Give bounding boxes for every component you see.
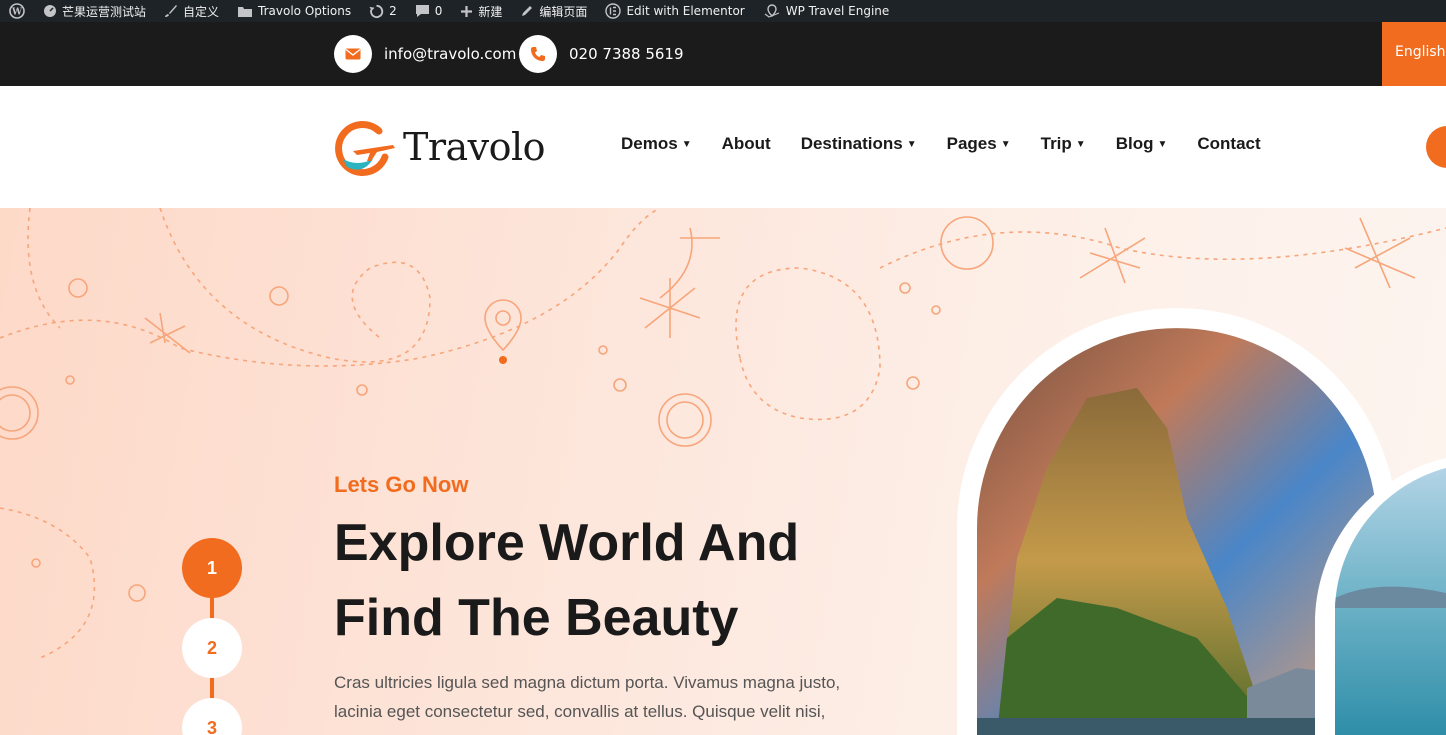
elementor-label: Edit with Elementor <box>626 4 745 18</box>
travel-engine-label: WP Travel Engine <box>785 4 890 18</box>
header-action-button[interactable] <box>1426 126 1446 168</box>
nav-destinations-label: Destinations <box>800 134 903 153</box>
nav-about[interactable]: About <box>722 134 771 154</box>
admin-bar-comments[interactable]: 0 <box>406 0 452 22</box>
email-text[interactable]: info@travolo.com <box>384 45 516 63</box>
admin-bar-customize[interactable]: 自定义 <box>155 0 228 22</box>
language-button[interactable]: English <box>1382 22 1446 86</box>
travolo-logo[interactable]: Travolo <box>333 117 546 177</box>
elementor-icon <box>605 3 622 19</box>
phone-contact[interactable]: 020 7388 5619 <box>519 35 684 73</box>
nav-contact[interactable]: Contact <box>1197 134 1260 154</box>
step-1-button[interactable]: 1 <box>182 538 242 598</box>
site-name-label: 芒果运营测试站 <box>62 4 147 19</box>
chevron-down-icon: ▼ <box>906 138 917 150</box>
nav-about-label: About <box>721 134 771 153</box>
admin-bar-site-name[interactable]: 芒果运营测试站 <box>34 0 155 22</box>
main-navigation: Demos ▼ About Destinations ▼ Pages ▼ Trip ▼ … <box>621 134 1261 154</box>
description-line-1: Cras ultricies ligula sed magna dictum p… <box>334 673 841 692</box>
nav-destinations[interactable]: Destinations ▼ <box>801 134 917 154</box>
updates-count: 2 <box>389 4 397 18</box>
nav-trip-label: Trip <box>1040 134 1072 153</box>
nav-blog-label: Blog <box>1115 134 1154 153</box>
svg-text:W: W <box>11 8 23 18</box>
folder-icon <box>238 6 253 17</box>
envelope-icon <box>334 35 372 73</box>
admin-bar-edit-page[interactable]: 编辑页面 <box>511 0 596 22</box>
admin-bar-new[interactable]: 新建 <box>451 0 511 22</box>
theme-options-label: Travolo Options <box>258 4 352 18</box>
hero-kicker: Lets Go Now <box>334 472 469 497</box>
hero-section: 1 2 3 Lets Go Now Explore World And Find… <box>0 208 1446 735</box>
nav-pages[interactable]: Pages ▼ <box>947 134 1011 154</box>
logo-text: Travolo <box>403 125 546 169</box>
admin-bar-theme-options[interactable]: Travolo Options <box>228 0 360 22</box>
hero-destination-images <box>957 308 1446 735</box>
wp-admin-bar: W 芒果运营测试站 自定义 Travolo Options 2 0 新建 编辑页… <box>0 0 1446 22</box>
phone-text[interactable]: 020 7388 5619 <box>569 45 684 63</box>
hero-headline: Explore World And Find The Beauty <box>334 506 894 656</box>
headline-line-2: Find The Beauty <box>334 589 739 647</box>
new-label: 新建 <box>478 4 503 19</box>
admin-bar-updates[interactable]: 2 <box>360 0 406 22</box>
nav-demos[interactable]: Demos ▼ <box>621 134 692 154</box>
description-line-2: lacinia eget consectetur sed, convallis … <box>334 702 826 721</box>
top-contact-bar: info@travolo.com 020 7388 5619 English <box>0 22 1446 86</box>
admin-bar-travel-engine[interactable]: WP Travel Engine <box>754 0 899 22</box>
logo-mark-icon <box>335 121 395 176</box>
nav-pages-label: Pages <box>946 134 997 153</box>
email-contact[interactable]: info@travolo.com <box>334 35 516 73</box>
map-pin-icon <box>764 3 779 18</box>
chevron-down-icon: ▼ <box>1075 138 1086 150</box>
hero-description: Cras ultricies ligula sed magna dictum p… <box>334 668 864 726</box>
chevron-down-icon: ▼ <box>1000 138 1011 150</box>
wordpress-logo-icon[interactable]: W <box>0 0 34 22</box>
nav-trip[interactable]: Trip ▼ <box>1041 134 1086 154</box>
customize-label: 自定义 <box>183 4 220 19</box>
brush-icon <box>165 5 178 17</box>
nav-contact-label: Contact <box>1197 134 1261 153</box>
pencil-icon <box>522 6 533 16</box>
chevron-down-icon: ▼ <box>681 138 692 150</box>
comment-icon <box>415 5 429 17</box>
updates-icon <box>369 4 384 18</box>
step-2-button[interactable]: 2 <box>182 618 242 678</box>
chevron-down-icon: ▼ <box>1157 138 1168 150</box>
nav-demos-label: Demos <box>621 134 678 153</box>
admin-bar-elementor[interactable]: Edit with Elementor <box>596 0 753 22</box>
comments-count: 0 <box>434 4 443 18</box>
headline-line-1: Explore World And <box>334 514 800 572</box>
site-header: Travolo Demos ▼ About Destinations ▼ Pages… <box>0 86 1446 208</box>
edit-page-label: 编辑页面 <box>539 4 588 19</box>
plus-icon <box>461 5 473 17</box>
dashboard-icon <box>44 5 56 17</box>
phone-icon <box>519 35 557 73</box>
nav-blog[interactable]: Blog ▼ <box>1116 134 1168 154</box>
